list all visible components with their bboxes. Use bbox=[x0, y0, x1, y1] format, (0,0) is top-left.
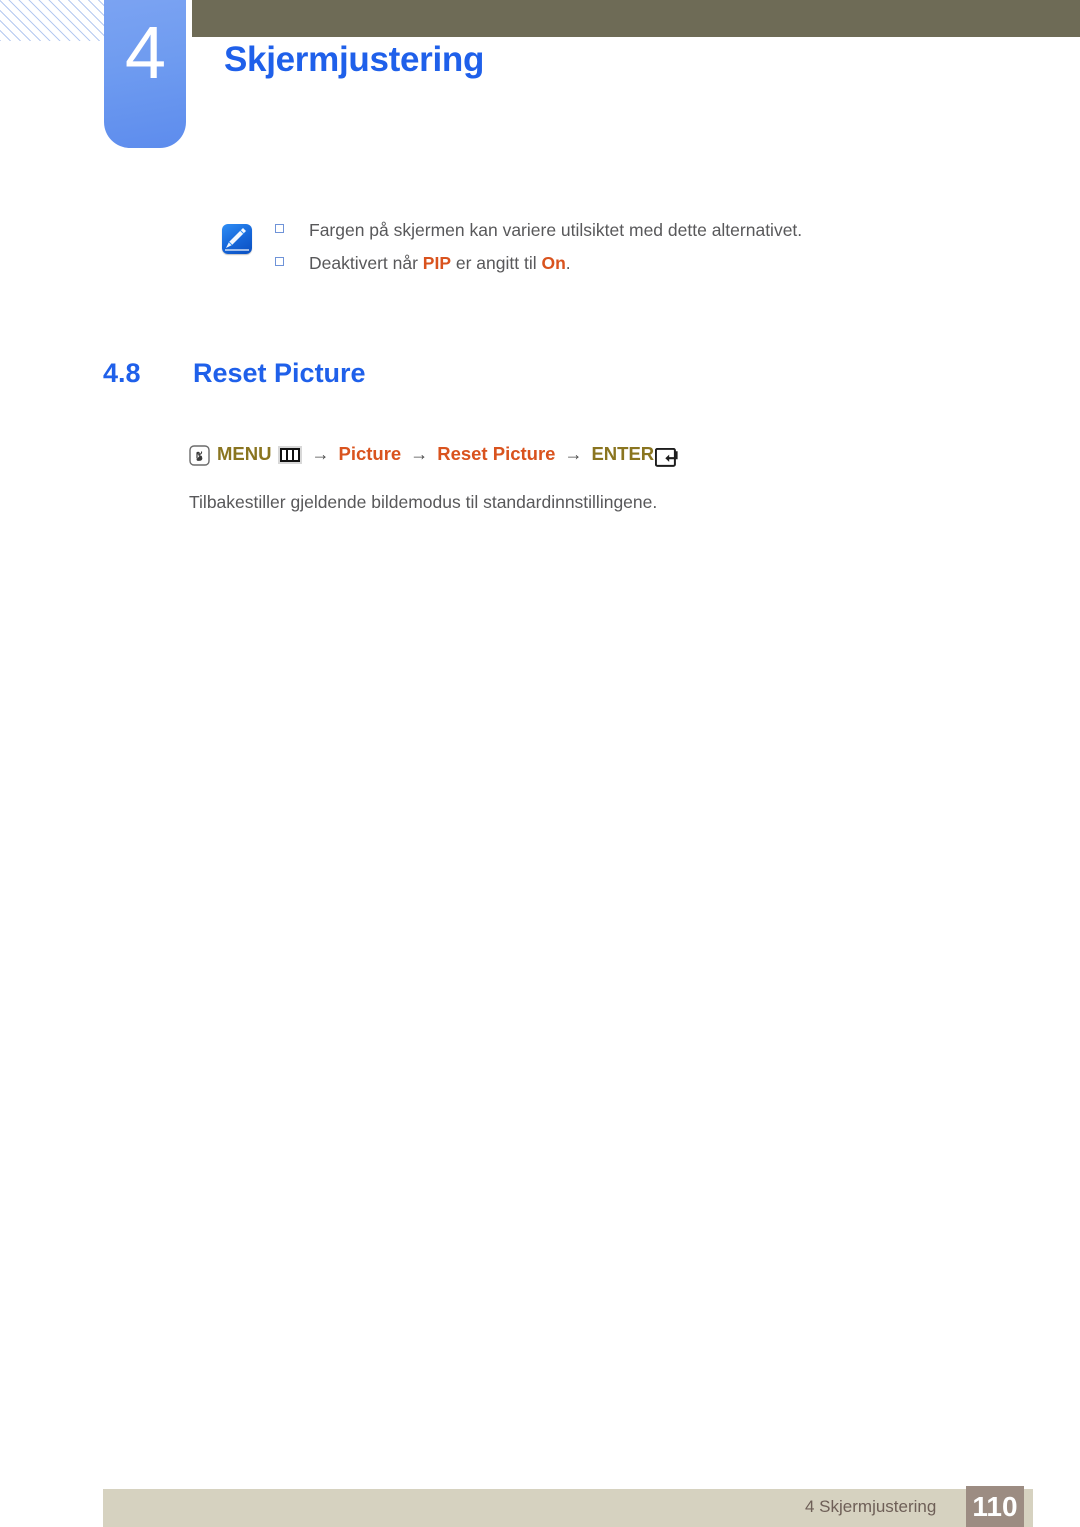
footer-chapter-label: 4 Skjermjustering bbox=[805, 1497, 937, 1516]
note-term-pip: PIP bbox=[422, 252, 452, 273]
note-block: Fargen på skjermen kan variere utilsikte… bbox=[222, 219, 942, 284]
chapter-number: 4 bbox=[124, 11, 166, 94]
enter-key-icon bbox=[655, 447, 680, 467]
note-lines: Fargen på skjermen kan variere utilsikte… bbox=[275, 219, 942, 275]
menu-step-reset-picture: Reset Picture bbox=[437, 443, 556, 464]
menu-label: MENU bbox=[217, 443, 272, 464]
header-olive-bar bbox=[192, 0, 1080, 37]
section-heading: 4.8 Reset Picture bbox=[103, 358, 366, 389]
enter-label: ENTER bbox=[591, 443, 655, 464]
section-number: 4.8 bbox=[103, 358, 141, 388]
note-text-prefix: Deaktivert når bbox=[309, 252, 423, 273]
chapter-tab: 4 bbox=[104, 0, 186, 148]
menu-bars-icon bbox=[278, 446, 303, 464]
body-paragraph: Tilbakestiller gjeldende bildemodus til … bbox=[189, 492, 658, 512]
note-text-middle: er angitt til bbox=[451, 252, 542, 273]
note-item-text: Deaktivert når PIP er angitt til On. bbox=[309, 252, 571, 276]
note-text-suffix: . bbox=[565, 252, 571, 273]
path-arrow: → bbox=[311, 443, 330, 464]
hatch-decoration bbox=[0, 0, 106, 41]
page-number-badge: 110 bbox=[966, 1486, 1024, 1527]
section-title: Reset Picture bbox=[193, 358, 366, 388]
note-item: Deaktivert når PIP er angitt til On. bbox=[275, 252, 942, 276]
hand-press-icon bbox=[189, 444, 210, 466]
bullet-square-icon bbox=[275, 224, 284, 233]
path-arrow: → bbox=[410, 443, 429, 464]
note-item-text: Fargen på skjermen kan variere utilsikte… bbox=[309, 220, 803, 240]
page-title: Skjermjustering bbox=[224, 40, 485, 79]
note-item: Fargen på skjermen kan variere utilsikte… bbox=[275, 219, 942, 243]
path-arrow: → bbox=[564, 443, 583, 464]
note-pen-icon bbox=[222, 224, 252, 254]
menu-path: MENU → Picture → Reset Picture → ENTER bbox=[189, 443, 680, 467]
menu-step-picture: Picture bbox=[338, 443, 402, 464]
note-term-on: On bbox=[541, 252, 566, 273]
document-page: 4 Skjermjustering Fargen på skjermen kan… bbox=[0, 0, 1080, 1527]
bullet-square-icon bbox=[275, 256, 284, 266]
